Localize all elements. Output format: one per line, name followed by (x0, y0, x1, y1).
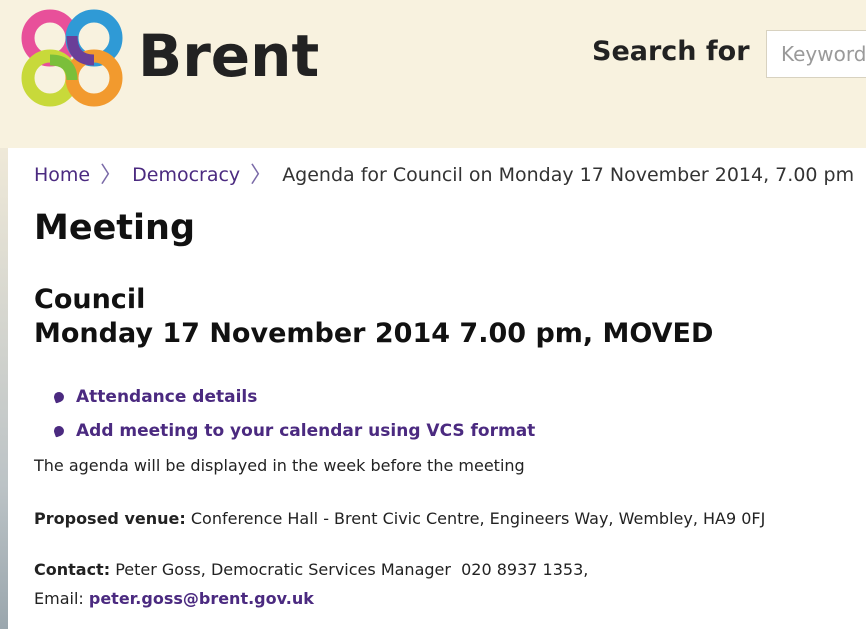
breadcrumb-home-link[interactable]: Home (34, 164, 90, 186)
chevron-right-icon: 〉 (100, 162, 123, 188)
meeting-heading: Council Monday 17 November 2014 7.00 pm,… (34, 283, 713, 351)
main-content: Home 〉 Democracy 〉 Agenda for Council on… (8, 148, 866, 629)
breadcrumb: Home 〉 Democracy 〉 Agenda for Council on… (34, 164, 854, 186)
agenda-note: The agenda will be displayed in the week… (34, 456, 525, 475)
committee-name: Council (34, 284, 146, 315)
venue-info: Proposed venue: Conference Hall - Brent … (34, 509, 765, 528)
email-label: Email: (34, 589, 84, 608)
bullet-icon (52, 424, 66, 438)
brand-name: Brent (138, 22, 320, 90)
site-header: Brent Search for (0, 0, 866, 148)
list-item: Attendance details (52, 380, 535, 414)
meeting-datetime: Monday 17 November 2014 7.00 pm, MOVED (34, 318, 714, 349)
contact-email: Email: peter.goss@brent.gov.uk (34, 589, 314, 608)
background-strip (0, 148, 8, 629)
list-item: Add meeting to your calendar using VCS f… (52, 414, 535, 448)
chevron-right-icon: 〉 (250, 162, 273, 188)
page-title: Meeting (34, 208, 196, 248)
meeting-links: Attendance details Add meeting to your c… (52, 380, 535, 448)
breadcrumb-current: Agenda for Council on Monday 17 November… (282, 164, 855, 186)
breadcrumb-democracy-link[interactable]: Democracy (132, 164, 240, 186)
contact-info: Contact: Peter Goss, Democratic Services… (34, 560, 588, 579)
attendance-details-link[interactable]: Attendance details (76, 387, 257, 407)
search-label: Search for (592, 36, 750, 67)
add-to-calendar-link[interactable]: Add meeting to your calendar using VCS f… (76, 421, 535, 441)
venue-value: Conference Hall - Brent Civic Centre, En… (190, 509, 766, 528)
venue-label: Proposed venue: (34, 509, 186, 528)
contact-label: Contact: (34, 560, 111, 579)
email-link[interactable]: peter.goss@brent.gov.uk (89, 589, 314, 608)
brent-logo-icon[interactable] (18, 6, 126, 110)
search-input[interactable] (766, 30, 866, 78)
bullet-icon (52, 390, 66, 404)
contact-value: Peter Goss, Democratic Services Manager … (115, 560, 589, 579)
